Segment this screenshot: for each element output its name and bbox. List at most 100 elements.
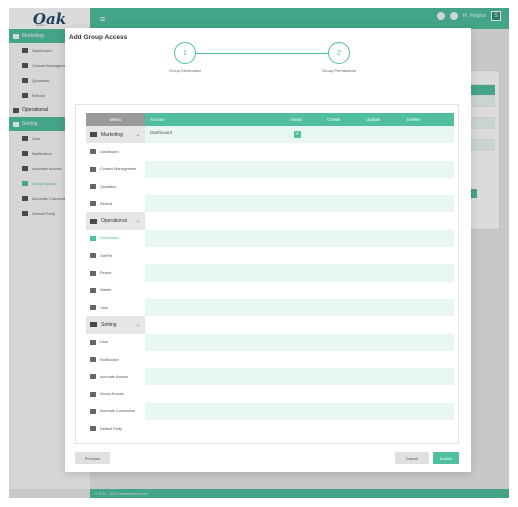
access-header: Access Views Create Update Delete — [145, 113, 454, 126]
menu-item-icon — [90, 270, 96, 276]
menu-item-icon — [90, 426, 96, 432]
menu-item-row[interactable]: Default Party — [86, 420, 145, 437]
table-row — [145, 368, 454, 386]
table-row — [145, 229, 454, 248]
menu-row-label: JobFile — [100, 253, 113, 258]
folder-icon — [90, 218, 97, 224]
table-row — [145, 143, 454, 161]
cancel-button[interactable]: Cancel — [395, 452, 429, 464]
step-1-indicator[interactable]: 1 — [174, 42, 196, 64]
menu-row-label: Group Access — [100, 392, 124, 397]
table-row — [145, 316, 454, 334]
menu-item-row[interactable]: Notification — [86, 351, 145, 368]
column-header-update: Update — [366, 117, 381, 122]
menu-row-label: Master — [100, 288, 112, 293]
menu-item-icon — [90, 305, 96, 311]
menu-row-label: Operational — [101, 218, 127, 225]
table-row — [145, 195, 454, 213]
menu-item-row[interactable]: Dashboard — [86, 230, 145, 247]
table-row — [145, 385, 454, 403]
menu-row-label: Report — [100, 271, 112, 276]
menu-item-row[interactable]: JobFile — [86, 247, 145, 264]
access-rows: Dashboard ✓ — [145, 126, 454, 438]
step-connector — [185, 53, 328, 54]
add-group-access-modal: Add Group Access 1 2 Group Information G… — [65, 28, 471, 472]
menu-item-row[interactable]: Report — [86, 264, 145, 281]
menu-row-label: Quotation — [100, 184, 117, 189]
column-header-access: Access — [150, 117, 165, 122]
menu-item-icon — [90, 253, 96, 259]
menu-row-label: Refund — [100, 201, 113, 206]
menu-item-row[interactable]: Accurate Connection — [86, 403, 145, 420]
table-row: Dashboard ✓ — [145, 126, 454, 144]
step-2-indicator[interactable]: 2 — [328, 42, 350, 64]
menu-item-row[interactable]: User — [86, 334, 145, 351]
table-row — [145, 402, 454, 421]
column-header-views: Views — [290, 117, 302, 122]
menu-item-row[interactable]: User — [86, 299, 145, 316]
menu-row-label: Setting — [101, 321, 117, 328]
chevron-down-icon[interactable]: ⌄ — [136, 218, 140, 224]
menu-item-icon — [90, 201, 96, 207]
table-row — [145, 212, 454, 230]
table-row — [145, 160, 454, 178]
step-1-label: Group Information — [168, 68, 202, 73]
folder-icon — [90, 322, 97, 328]
table-row — [145, 350, 454, 369]
table-row — [145, 420, 454, 438]
chevron-down-icon[interactable]: ⌄ — [136, 132, 140, 138]
menu-item-row[interactable]: Contact Management — [86, 161, 145, 178]
menu-row-label: Marketing — [101, 131, 123, 138]
menu-row-label: User — [100, 340, 109, 345]
chevron-down-icon[interactable]: ⌄ — [136, 322, 140, 328]
menu-item-icon — [90, 235, 96, 241]
menu-item-icon — [90, 184, 96, 190]
step-2-label: Group Permissions — [321, 68, 356, 73]
menu-group-row[interactable]: Marketing ⌄ — [86, 126, 145, 144]
menu-rows: Marketing ⌄ Dashboard Contact Management Quo… — [86, 126, 145, 437]
menu-item-row[interactable]: Accurate Access — [86, 368, 145, 385]
table-row — [145, 298, 454, 317]
menu-item-icon — [90, 391, 96, 397]
table-row — [145, 247, 454, 265]
menu-item-icon — [90, 149, 96, 155]
menu-row-label: Accurate Access — [100, 374, 129, 379]
table-row — [145, 281, 454, 299]
menu-item-row[interactable]: Group Access — [86, 385, 145, 402]
menu-item-icon — [90, 408, 96, 414]
previous-button[interactable]: Previous — [75, 452, 110, 464]
views-checkbox[interactable]: ✓ — [294, 131, 301, 138]
permissions-table-card: Menu Marketing ⌄ Dashboard Contact Manageme… — [75, 104, 459, 444]
menu-row-label: Dashboard — [100, 236, 119, 241]
submit-button[interactable]: Submit — [433, 452, 459, 464]
folder-icon — [90, 132, 97, 138]
modal-title: Add Group Access — [69, 34, 128, 41]
menu-item-row[interactable]: Master — [86, 282, 145, 299]
menu-row-label: Accurate Connection — [100, 409, 136, 414]
menu-row-label: User — [100, 305, 109, 310]
table-row — [145, 264, 454, 282]
column-header-create: Create — [327, 117, 341, 122]
menu-item-icon — [90, 166, 96, 172]
app-window: Oak fashion ≡ Hi, Regina S Marketing Das… — [9, 8, 509, 498]
menu-row-label: Default Party — [100, 426, 122, 431]
menu-item-icon — [90, 374, 96, 380]
access-column: Access Views Create Update Delete Dashbo… — [145, 113, 454, 438]
menu-header: Menu — [86, 113, 145, 126]
table-row — [145, 333, 454, 351]
menu-item-row[interactable]: Dashboard — [86, 143, 145, 160]
menu-group-row[interactable]: Operational ⌄ — [86, 212, 145, 230]
menu-row-label: Dashboard — [100, 149, 119, 154]
column-header-delete: Delete — [407, 117, 421, 122]
menu-row-label: Contact Management — [100, 167, 137, 172]
menu-row-label: Notification — [100, 357, 119, 362]
menu-column: Menu Marketing ⌄ Dashboard Contact Manageme… — [86, 113, 145, 437]
menu-item-icon — [90, 339, 96, 345]
menu-item-icon — [90, 357, 96, 362]
access-cell: Dashboard — [150, 130, 173, 135]
table-row — [145, 177, 454, 196]
menu-item-row[interactable]: Refund — [86, 195, 145, 212]
menu-group-row[interactable]: Setting ⌄ — [86, 316, 145, 334]
menu-item-icon — [90, 287, 96, 293]
menu-item-row[interactable]: Quotation — [86, 178, 145, 195]
